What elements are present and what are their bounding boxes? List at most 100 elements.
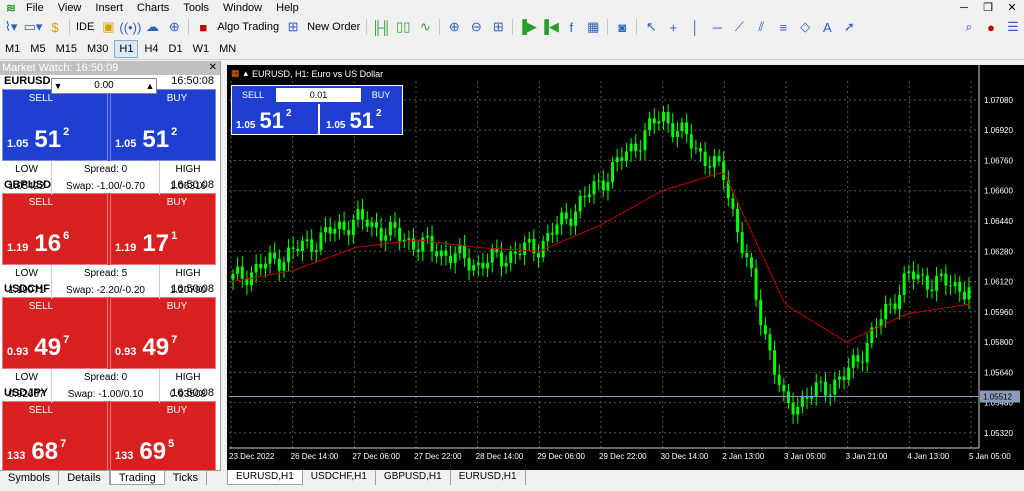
vertical-line-icon[interactable]: │ [684,17,706,37]
menu-tools[interactable]: Tools [177,2,217,14]
tf-d1[interactable]: D1 [165,41,187,57]
sell-button[interactable]: SELL [3,195,79,211]
oct-buy-price[interactable]: 1.05 51 2 [326,108,382,134]
close-icon[interactable]: ✕ [209,61,217,75]
bar-chart-icon[interactable]: ╟╢ [370,17,392,37]
candle-body [782,385,786,392]
sell-panel[interactable]: SELL 0.93 49 7 [2,297,108,369]
tab-ticks[interactable]: Ticks [165,471,207,485]
oct-sell-button[interactable]: SELL [234,88,272,102]
chart-window[interactable]: 1.07080 1.06920 1.06760 1.06600 1.06440 1.062… [227,65,1024,470]
tile-windows-icon[interactable]: ⊞ [487,17,509,37]
line-chart-icon[interactable]: ∿ [414,17,436,37]
globe-icon[interactable]: ⊕ [163,17,185,37]
minimize-icon[interactable]: ─ [952,0,976,16]
candlestick-icon[interactable]: ▯▯ [392,17,414,37]
candle-body [749,257,753,269]
buy-button[interactable]: BUY [139,195,215,211]
algo-trading-icon[interactable]: ■ [192,17,214,37]
trendline-icon[interactable]: ⟋ [728,17,750,37]
candle-body [689,134,693,149]
menu-window[interactable]: Window [217,2,270,14]
menu-charts[interactable]: Charts [131,2,177,14]
signal-icon[interactable]: ((•)) [119,17,141,37]
channel-icon[interactable]: ⫽ [750,17,772,37]
price-tick-label: 1.06280 [984,247,1013,256]
algo-trading-button[interactable]: Algo Trading [214,17,282,37]
shapes-icon[interactable]: ◇ [794,17,816,37]
lock-icon[interactable]: ▣ [97,17,119,37]
volume-up-icon[interactable]: ▲ [144,79,156,93]
sell-panel[interactable]: SELL 133 68 7 [2,401,108,473]
tf-h4[interactable]: H4 [140,41,162,57]
market-icon[interactable]: $ [44,17,66,37]
screenshot-icon[interactable]: ◙ [611,17,633,37]
menu-view[interactable]: View [52,2,90,14]
tf-m5[interactable]: M5 [26,41,49,57]
menu-help[interactable]: Help [270,2,307,14]
oct-volume-input[interactable]: 0.01 [276,88,361,102]
search-icon[interactable]: ⌕ [958,17,980,37]
chart-tab-eurusd[interactable]: EURUSD,H1 [227,470,303,485]
menu-file[interactable]: File [20,2,52,14]
sell-button[interactable]: SELL [3,299,79,315]
ide-button[interactable]: IDE [73,17,97,37]
new-order-button[interactable]: New Order [304,17,363,37]
oct-sell-price[interactable]: 1.05 51 2 [236,108,292,134]
buy-button[interactable]: BUY [139,403,215,419]
menu-icon[interactable]: ☰ [1002,17,1024,37]
candle-body [319,232,323,251]
symbol-time: 16:50:08 [171,387,214,399]
horizontal-line-icon[interactable]: ─ [706,17,728,37]
templates-icon[interactable]: ▦ [582,17,604,37]
chart-tab-eurusd-2[interactable]: EURUSD,H1 [451,470,526,485]
chart-tab-usdchf[interactable]: USDCHF,H1 [303,470,376,485]
chart-tab-gbpusd[interactable]: GBPUSD,H1 [376,470,451,485]
zoom-out-icon[interactable]: ⊖ [465,17,487,37]
tf-mn[interactable]: MN [215,41,240,57]
buy-panel[interactable]: BUY 0.93 49 7 [110,297,216,369]
zoom-in-icon[interactable]: ⊕ [443,17,465,37]
tf-w1[interactable]: W1 [189,41,214,57]
fibonacci-icon[interactable]: ≡ [772,17,794,37]
notifications-icon[interactable]: ● [980,17,1002,37]
tf-m30[interactable]: M30 [83,41,112,57]
close-icon[interactable]: ✕ [1000,0,1024,16]
tf-m1[interactable]: M1 [1,41,24,57]
new-order-icon[interactable]: ⊞ [282,17,304,37]
vps-icon[interactable]: ☁ [141,17,163,37]
tab-symbols[interactable]: Symbols [0,471,60,485]
sell-button[interactable]: SELL [3,403,79,419]
volume-input[interactable]: ▼ 0.00 ▲ [51,78,157,94]
buy-button[interactable]: BUY [139,299,215,315]
sell-panel[interactable]: SELL 1.05 51 2 [2,89,108,161]
candle-body [254,264,258,273]
toolbar-separator [439,19,441,35]
buy-panel[interactable]: BUY 1.19 17 1 [110,193,216,265]
cursor-icon[interactable]: ↖ [640,17,662,37]
oct-buy-button[interactable]: BUY [362,88,400,102]
volume-down-icon[interactable]: ▼ [52,79,64,93]
tf-h1[interactable]: H1 [114,39,139,58]
auto-scroll-icon[interactable]: ▐▶ [516,17,538,37]
text-icon[interactable]: A [816,17,838,37]
tab-trading[interactable]: Trading [109,471,165,485]
sell-panel[interactable]: SELL 1.19 16 6 [2,193,108,265]
menu-insert[interactable]: Insert [89,2,131,14]
arrows-icon[interactable]: ➚ [838,17,860,37]
buy-panel[interactable]: BUY 133 69 5 [110,401,216,473]
market-watch-title-text: Market Watch: 16:50:09 [2,62,119,74]
tf-m15[interactable]: M15 [52,41,81,57]
tab-details[interactable]: Details [59,471,110,485]
new-chart-icon[interactable]: ⌇▾ [0,17,22,37]
buy-panel[interactable]: BUY 1.05 51 2 [110,89,216,161]
indicators-icon[interactable]: f [560,17,582,37]
restore-icon[interactable]: ❐ [976,0,1000,16]
crosshair-icon[interactable]: + [662,17,684,37]
candle-body [740,232,744,254]
chart-shift-icon[interactable]: ▐◀ [538,17,560,37]
candle-body [680,122,684,132]
profiles-icon[interactable]: ▭▾ [22,17,44,37]
app-logo-icon: ≋ [5,1,17,15]
candle-body [416,249,420,252]
